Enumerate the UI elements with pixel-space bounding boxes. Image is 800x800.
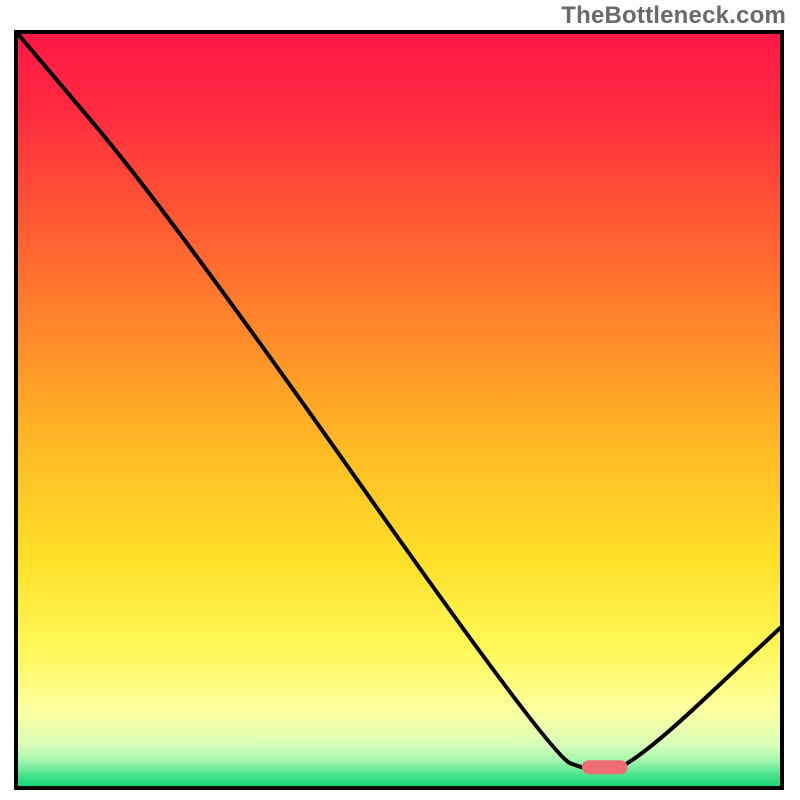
optimal-marker — [582, 760, 628, 774]
bottleneck-chart — [18, 34, 780, 786]
watermark-text: TheBottleneck.com — [561, 2, 786, 30]
gradient-background — [18, 34, 780, 786]
chart-frame — [14, 30, 784, 790]
